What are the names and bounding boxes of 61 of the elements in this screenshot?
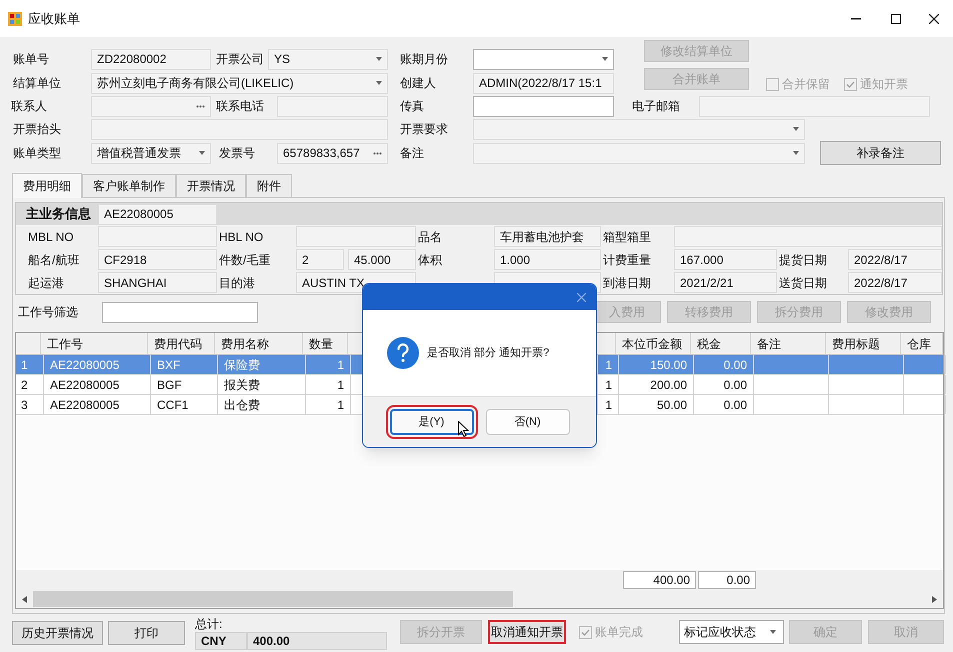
field-label: 账单号 [13, 51, 49, 68]
field-label: 账期月份 [400, 51, 448, 68]
total-label: 总计: [195, 617, 224, 631]
table-cell-text: 1 [337, 376, 344, 394]
table-cell-text: 150.00 [650, 356, 687, 374]
table-cell-text: 1 [337, 396, 344, 414]
field-label: 电子邮箱 [632, 98, 680, 115]
field-label: 结算单位 [13, 75, 61, 92]
field-label: 开票公司 [216, 51, 264, 68]
table-cell-text: BGF [157, 376, 182, 394]
table-cell-text: 0.00 [724, 396, 747, 414]
field-label: 发票号 [219, 145, 255, 162]
field-label: 品名 [418, 228, 442, 246]
field-label: 到港日期 [603, 274, 651, 292]
field-label: 开票要求 [400, 121, 448, 138]
window-title: 应收账单 [28, 10, 80, 28]
table-cell-text: 报关费 [224, 376, 260, 394]
field-label: 目的港 [219, 274, 255, 292]
total-cell: 400.00 [247, 632, 387, 650]
row-number: 3 [21, 396, 28, 414]
table-cell-text: 保险费 [224, 356, 260, 374]
field-label: 送货日期 [779, 274, 827, 292]
row-number: 2 [21, 376, 28, 394]
field-label: 起运港 [28, 274, 64, 292]
table-cell-text: CCF1 [157, 396, 188, 414]
table-cell-text: 50.00 [656, 396, 687, 414]
checkbox-label: 合并保留 [782, 76, 830, 93]
table-cell-text: 1 [605, 376, 612, 394]
table-cell-text: 1 [337, 356, 344, 374]
field-label: 传真 [400, 98, 424, 115]
field-label: 备注 [400, 145, 424, 162]
field-label: 计费重量 [603, 252, 651, 268]
table-cell-text: 200.00 [650, 376, 687, 394]
table-cell-text: 0.00 [724, 376, 747, 394]
field-label: 账单类型 [13, 145, 61, 162]
table-cell-text: BXF [157, 356, 180, 374]
currency-cell: CNY [195, 632, 247, 650]
checkbox-label: 通知开票 [860, 76, 908, 93]
table-cell-text: AE22080005 [50, 396, 120, 414]
table-cell-text: AE22080005 [50, 376, 120, 394]
field-label: 开票抬头 [13, 121, 61, 138]
table-cell-text: 1 [605, 396, 612, 414]
field-label: 主业务信息 [26, 205, 91, 224]
field-label: 箱型箱里 [603, 228, 651, 246]
table-cell-text: 1 [605, 356, 612, 374]
field-label: 件数/毛重 [219, 252, 270, 268]
field-label: MBL NO [28, 228, 74, 246]
table-cell-text: 出仓费 [224, 396, 260, 414]
field-label: 创建人 [400, 75, 436, 92]
dialog-message: 是否取消 部分 通知开票? [427, 346, 550, 361]
field-label: 体积 [418, 252, 442, 268]
table-cell-text: 0.00 [724, 356, 747, 374]
field-label: 提货日期 [779, 252, 827, 268]
row-number: 1 [21, 356, 28, 374]
field-label: HBL NO [219, 228, 264, 246]
field-label: 联系人 [11, 98, 47, 115]
table-cell-text: AE22080005 [50, 356, 120, 374]
checkbox-label: 账单完成 [595, 624, 643, 641]
field-label: 联系电话 [216, 98, 264, 115]
field-label: 工作号筛选 [18, 304, 78, 321]
field-label: 船名/航班 [28, 252, 80, 268]
